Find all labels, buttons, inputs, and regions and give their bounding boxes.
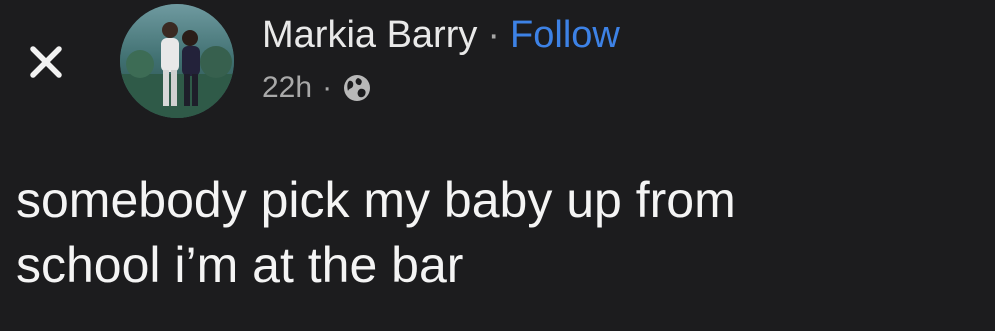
author-name[interactable]: Markia Barry [262,14,477,57]
post-body-line: school i’m at the bar [16,237,464,293]
header-separator: · [487,13,501,56]
avatar[interactable] [120,4,234,118]
post-header: Markia Barry · Follow [262,10,620,60]
close-icon [30,46,62,78]
post-meta: 22h · [262,68,372,108]
follow-button[interactable]: Follow [510,14,620,57]
close-button[interactable] [22,38,70,86]
meta-separator: · [322,71,333,104]
post-timestamp[interactable]: 22h [262,71,312,105]
globe-icon [342,73,372,103]
post-body-line: somebody pick my baby up from [16,172,736,228]
post-card: Markia Barry · Follow 22h · somebody pic… [0,0,995,331]
profile-photo [120,4,234,118]
post-body: somebody pick my baby up from school i’m… [16,168,986,298]
